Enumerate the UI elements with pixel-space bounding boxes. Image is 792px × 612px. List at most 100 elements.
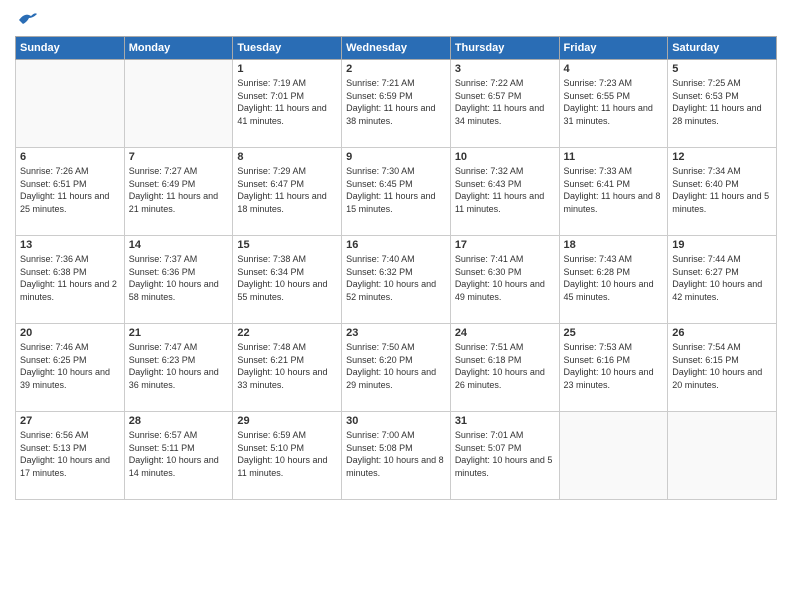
calendar-day-cell: 27 Sunrise: 6:56 AMSunset: 5:13 PMDayligh…	[16, 412, 125, 500]
day-info: Sunrise: 7:22 AMSunset: 6:57 PMDaylight:…	[455, 77, 555, 127]
logo-bird-icon	[17, 10, 39, 28]
day-number: 19	[672, 239, 772, 251]
day-number: 1	[237, 63, 337, 75]
calendar-day-cell: 16 Sunrise: 7:40 AMSunset: 6:32 PMDayligh…	[342, 236, 451, 324]
day-number: 6	[20, 151, 120, 163]
calendar-day-cell: 22Sunrise: 7:48 AMSunset: 6:21 PMDayligh…	[233, 324, 342, 412]
day-number: 26	[672, 327, 772, 339]
day-info: Sunrise: 7:34 AMSunset: 6:40 PMDaylight:…	[672, 165, 772, 215]
calendar-day-cell: 1 Sunrise: 7:19 AMSunset: 7:01 PMDaylight…	[233, 60, 342, 148]
day-info: Sunrise: 7:32 AMSunset: 6:43 PMDaylight:…	[455, 165, 555, 215]
calendar-day-cell: 30 Sunrise: 7:00 AMSunset: 5:08 PMDayligh…	[342, 412, 451, 500]
calendar-week-row: 13 Sunrise: 7:36 AMSunset: 6:38 PMDayligh…	[16, 236, 777, 324]
calendar-day-cell: 2 Sunrise: 7:21 AMSunset: 6:59 PMDaylight…	[342, 60, 451, 148]
day-number: 2	[346, 63, 446, 75]
calendar-week-row: 27 Sunrise: 6:56 AMSunset: 5:13 PMDayligh…	[16, 412, 777, 500]
day-info: Sunrise: 7:19 AMSunset: 7:01 PMDaylight:…	[237, 77, 337, 127]
day-number: 10	[455, 151, 555, 163]
day-number: 3	[455, 63, 555, 75]
day-info: Sunrise: 7:30 AMSunset: 6:45 PMDaylight:…	[346, 165, 446, 215]
calendar-day-cell: 6Sunrise: 7:26 AMSunset: 6:51 PMDaylight…	[16, 148, 125, 236]
day-info: Sunrise: 7:47 AMSunset: 6:23 PMDaylight:…	[129, 341, 229, 391]
calendar-day-cell: 12 Sunrise: 7:34 AMSunset: 6:40 PMDayligh…	[668, 148, 777, 236]
day-info: Sunrise: 7:37 AMSunset: 6:36 PMDaylight:…	[129, 253, 229, 303]
calendar-header-row: SundayMondayTuesdayWednesdayThursdayFrid…	[16, 37, 777, 60]
calendar-day-cell	[559, 412, 668, 500]
weekday-header: Friday	[559, 37, 668, 60]
calendar-day-cell: 14 Sunrise: 7:37 AMSunset: 6:36 PMDayligh…	[124, 236, 233, 324]
day-number: 31	[455, 415, 555, 427]
day-number: 29	[237, 415, 337, 427]
day-info: Sunrise: 7:46 AMSunset: 6:25 PMDaylight:…	[20, 341, 120, 391]
calendar-day-cell: 8 Sunrise: 7:29 AMSunset: 6:47 PMDaylight…	[233, 148, 342, 236]
day-number: 4	[564, 63, 664, 75]
weekday-header: Sunday	[16, 37, 125, 60]
day-number: 11	[564, 151, 664, 163]
day-info: Sunrise: 7:53 AMSunset: 6:16 PMDaylight:…	[564, 341, 664, 391]
calendar-day-cell: 29 Sunrise: 6:59 AMSunset: 5:10 PMDayligh…	[233, 412, 342, 500]
calendar-day-cell: 15Sunrise: 7:38 AMSunset: 6:34 PMDayligh…	[233, 236, 342, 324]
calendar-day-cell: 3 Sunrise: 7:22 AMSunset: 6:57 PMDaylight…	[450, 60, 559, 148]
day-number: 21	[129, 327, 229, 339]
day-number: 14	[129, 239, 229, 251]
day-number: 27	[20, 415, 120, 427]
calendar-day-cell: 25 Sunrise: 7:53 AMSunset: 6:16 PMDayligh…	[559, 324, 668, 412]
day-info: Sunrise: 7:50 AMSunset: 6:20 PMDaylight:…	[346, 341, 446, 391]
day-info: Sunrise: 7:40 AMSunset: 6:32 PMDaylight:…	[346, 253, 446, 303]
day-info: Sunrise: 7:51 AMSunset: 6:18 PMDaylight:…	[455, 341, 555, 391]
day-info: Sunrise: 6:57 AMSunset: 5:11 PMDaylight:…	[129, 429, 229, 479]
day-info: Sunrise: 6:56 AMSunset: 5:13 PMDaylight:…	[20, 429, 120, 479]
calendar-day-cell: 4 Sunrise: 7:23 AMSunset: 6:55 PMDaylight…	[559, 60, 668, 148]
calendar-day-cell: 31Sunrise: 7:01 AMSunset: 5:07 PMDayligh…	[450, 412, 559, 500]
day-info: Sunrise: 7:23 AMSunset: 6:55 PMDaylight:…	[564, 77, 664, 127]
day-number: 30	[346, 415, 446, 427]
calendar-day-cell: 23 Sunrise: 7:50 AMSunset: 6:20 PMDayligh…	[342, 324, 451, 412]
day-number: 12	[672, 151, 772, 163]
header	[15, 10, 777, 28]
day-number: 22	[237, 327, 337, 339]
calendar-table: SundayMondayTuesdayWednesdayThursdayFrid…	[15, 36, 777, 500]
day-number: 28	[129, 415, 229, 427]
day-number: 25	[564, 327, 664, 339]
calendar-day-cell	[668, 412, 777, 500]
calendar-day-cell	[16, 60, 125, 148]
calendar-day-cell: 13 Sunrise: 7:36 AMSunset: 6:38 PMDayligh…	[16, 236, 125, 324]
calendar-day-cell: 19 Sunrise: 7:44 AMSunset: 6:27 PMDayligh…	[668, 236, 777, 324]
calendar-day-cell: 10 Sunrise: 7:32 AMSunset: 6:43 PMDayligh…	[450, 148, 559, 236]
calendar-week-row: 6Sunrise: 7:26 AMSunset: 6:51 PMDaylight…	[16, 148, 777, 236]
day-info: Sunrise: 7:38 AMSunset: 6:34 PMDaylight:…	[237, 253, 337, 303]
weekday-header: Tuesday	[233, 37, 342, 60]
day-info: Sunrise: 7:21 AMSunset: 6:59 PMDaylight:…	[346, 77, 446, 127]
page: SundayMondayTuesdayWednesdayThursdayFrid…	[0, 0, 792, 612]
day-info: Sunrise: 7:29 AMSunset: 6:47 PMDaylight:…	[237, 165, 337, 215]
calendar-day-cell: 24 Sunrise: 7:51 AMSunset: 6:18 PMDayligh…	[450, 324, 559, 412]
day-number: 23	[346, 327, 446, 339]
day-info: Sunrise: 7:27 AMSunset: 6:49 PMDaylight:…	[129, 165, 229, 215]
calendar-day-cell: 28 Sunrise: 6:57 AMSunset: 5:11 PMDayligh…	[124, 412, 233, 500]
day-number: 24	[455, 327, 555, 339]
calendar-day-cell: 7 Sunrise: 7:27 AMSunset: 6:49 PMDaylight…	[124, 148, 233, 236]
day-info: Sunrise: 7:44 AMSunset: 6:27 PMDaylight:…	[672, 253, 772, 303]
day-number: 7	[129, 151, 229, 163]
calendar-day-cell	[124, 60, 233, 148]
day-number: 13	[20, 239, 120, 251]
day-number: 8	[237, 151, 337, 163]
day-number: 16	[346, 239, 446, 251]
day-info: Sunrise: 7:33 AMSunset: 6:41 PMDaylight:…	[564, 165, 664, 215]
weekday-header: Thursday	[450, 37, 559, 60]
calendar-day-cell: 26 Sunrise: 7:54 AMSunset: 6:15 PMDayligh…	[668, 324, 777, 412]
calendar-week-row: 20 Sunrise: 7:46 AMSunset: 6:25 PMDayligh…	[16, 324, 777, 412]
day-number: 5	[672, 63, 772, 75]
calendar-day-cell: 21 Sunrise: 7:47 AMSunset: 6:23 PMDayligh…	[124, 324, 233, 412]
day-number: 20	[20, 327, 120, 339]
calendar-day-cell: 20 Sunrise: 7:46 AMSunset: 6:25 PMDayligh…	[16, 324, 125, 412]
calendar-day-cell: 11 Sunrise: 7:33 AMSunset: 6:41 PMDayligh…	[559, 148, 668, 236]
weekday-header: Monday	[124, 37, 233, 60]
day-number: 9	[346, 151, 446, 163]
day-info: Sunrise: 7:36 AMSunset: 6:38 PMDaylight:…	[20, 253, 120, 303]
calendar-day-cell: 9 Sunrise: 7:30 AMSunset: 6:45 PMDaylight…	[342, 148, 451, 236]
weekday-header: Saturday	[668, 37, 777, 60]
day-info: Sunrise: 7:54 AMSunset: 6:15 PMDaylight:…	[672, 341, 772, 391]
day-info: Sunrise: 7:00 AMSunset: 5:08 PMDaylight:…	[346, 429, 446, 479]
day-info: Sunrise: 6:59 AMSunset: 5:10 PMDaylight:…	[237, 429, 337, 479]
